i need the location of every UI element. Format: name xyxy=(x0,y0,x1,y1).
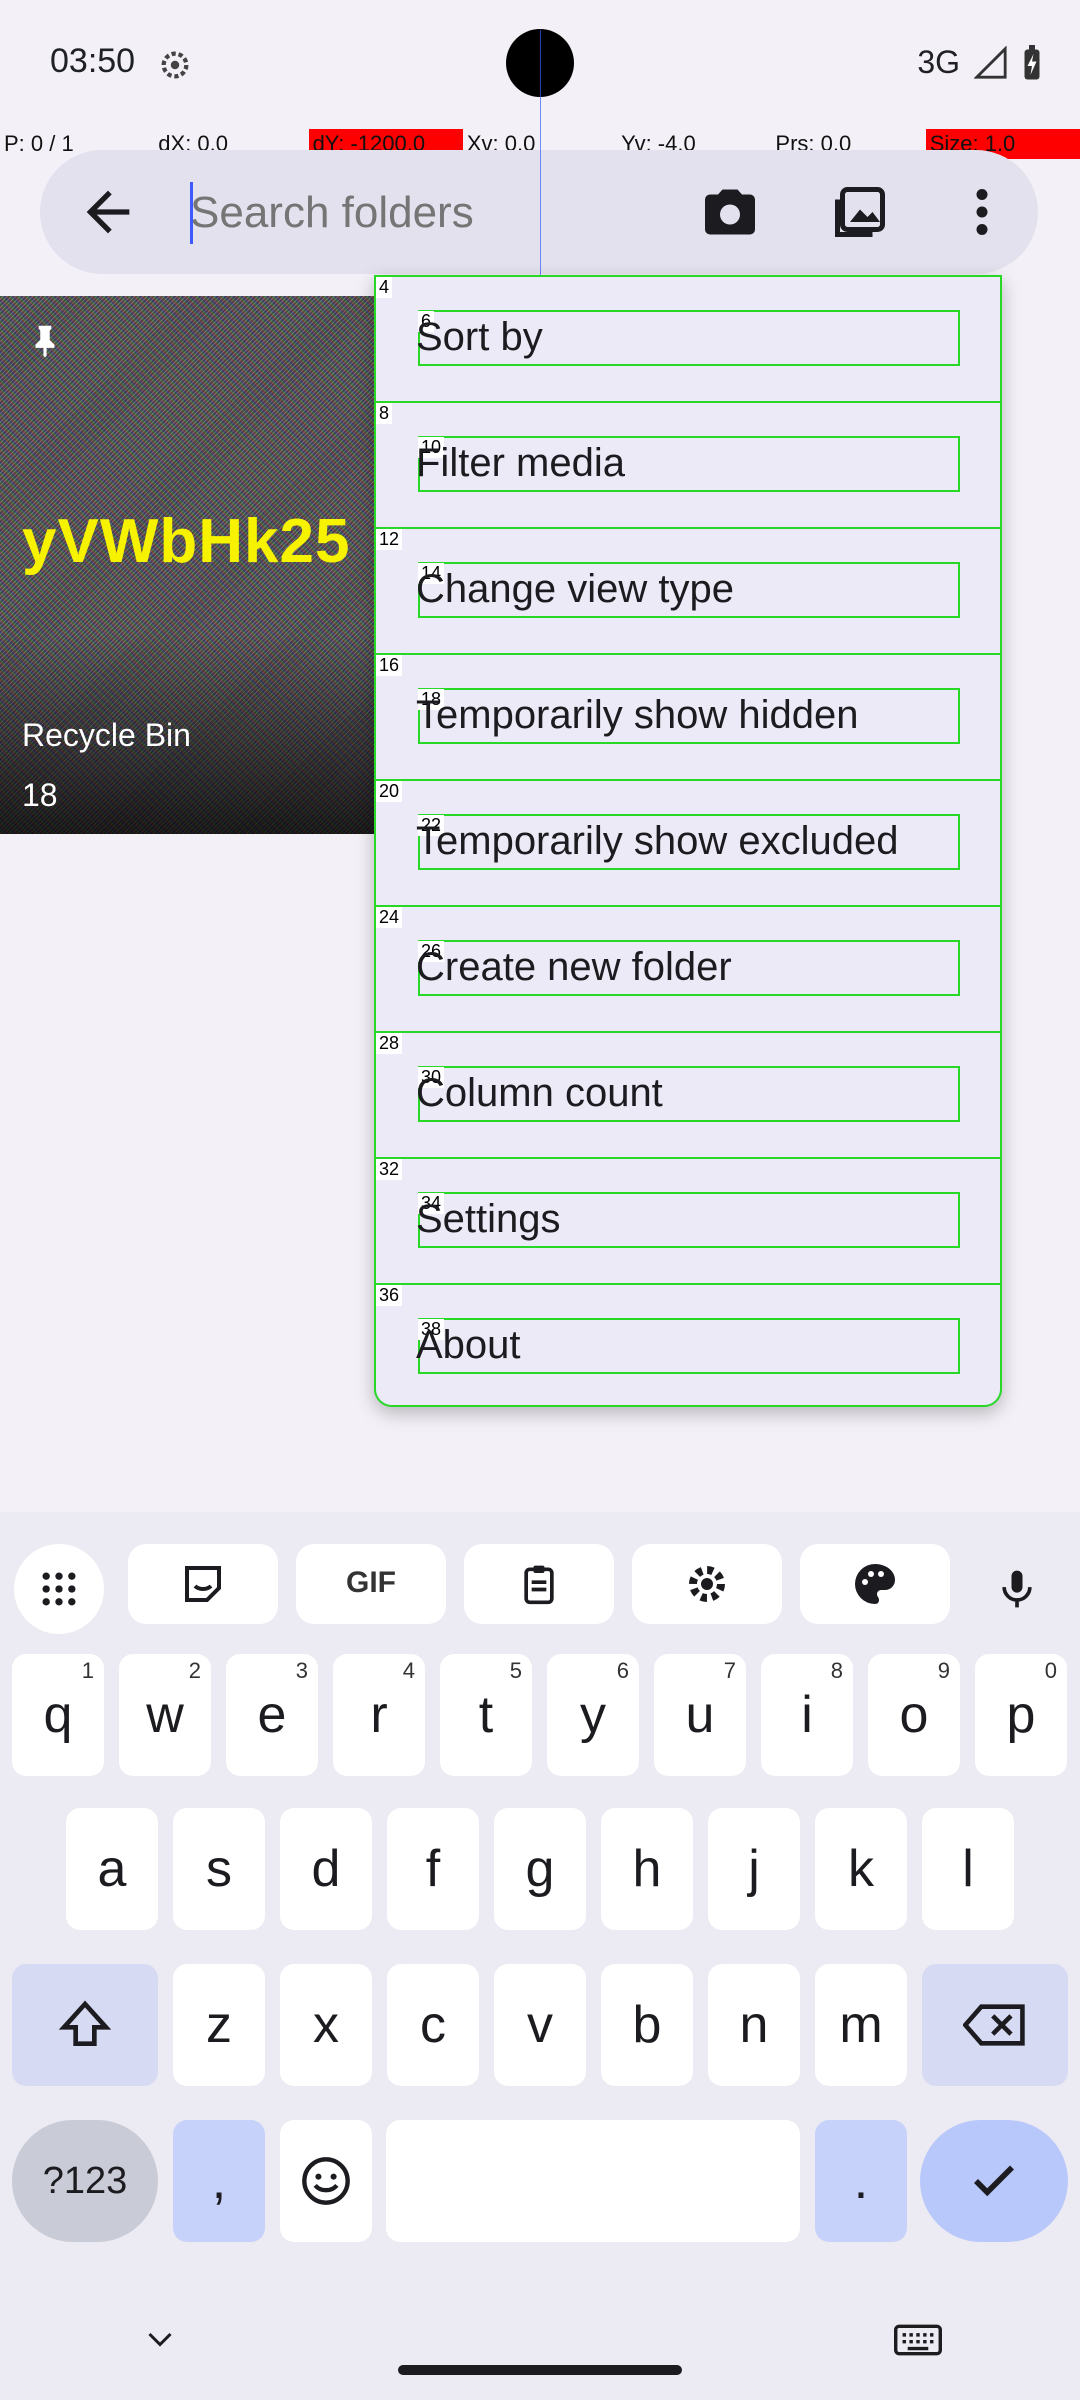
emoji-key[interactable] xyxy=(280,2120,372,2242)
signal-icon xyxy=(974,45,1007,79)
navigation-bar xyxy=(0,2296,1080,2400)
key-g[interactable]: g xyxy=(494,1808,586,1930)
key-n[interactable]: n xyxy=(708,1964,800,2086)
gallery-icon[interactable] xyxy=(830,182,890,242)
key-v[interactable]: v xyxy=(494,1964,586,2086)
network-type: 3G xyxy=(917,44,960,80)
key-d[interactable]: d xyxy=(280,1808,372,1930)
key-e[interactable]: e3 xyxy=(226,1654,318,1776)
key-j[interactable]: j xyxy=(708,1808,800,1930)
folder-name: Recycle Bin xyxy=(22,717,191,753)
key-w[interactable]: w2 xyxy=(119,1654,211,1776)
backspace-key[interactable] xyxy=(922,1964,1068,2086)
menu-item-label: Temporarily show excluded xyxy=(416,819,899,863)
menu-item-settings[interactable]: 32 34 Settings xyxy=(376,1159,1000,1285)
shift-key[interactable] xyxy=(12,1964,158,2086)
gif-label: GIF xyxy=(346,1566,396,1599)
menu-item-about[interactable]: 36 38 About xyxy=(376,1285,1000,1411)
keyboard-toolbar: GIF xyxy=(0,1530,1080,1640)
gif-button[interactable]: GIF xyxy=(296,1544,446,1624)
key-f[interactable]: f xyxy=(387,1808,479,1930)
clipboard-icon[interactable] xyxy=(464,1544,614,1624)
overlay-index: 28 xyxy=(376,1033,403,1054)
folder-tile-recycle-bin[interactable]: yVWbHk25 Recycle Bin 18 xyxy=(0,296,374,834)
symbols-key[interactable]: ?123 xyxy=(12,2120,158,2242)
key-o[interactable]: o9 xyxy=(868,1654,960,1776)
camera-icon[interactable] xyxy=(700,182,760,242)
key-r[interactable]: r4 xyxy=(333,1654,425,1776)
key-t[interactable]: t5 xyxy=(440,1654,532,1776)
key-k[interactable]: k xyxy=(815,1808,907,1930)
menu-item-show-hidden[interactable]: 16 18 Temporarily show hidden xyxy=(376,655,1000,781)
overlay-index: 20 xyxy=(376,781,403,802)
overlay-index: 8 xyxy=(376,403,393,424)
key-a[interactable]: a xyxy=(66,1808,158,1930)
overlay-index: 16 xyxy=(376,655,403,676)
menu-item-label: Create new folder xyxy=(416,945,732,989)
emoji-icon xyxy=(302,2157,350,2205)
settings-status-icon xyxy=(161,51,189,79)
backspace-icon xyxy=(963,2004,1025,2046)
key-y[interactable]: y6 xyxy=(547,1654,639,1776)
key-m[interactable]: m xyxy=(815,1964,907,2086)
battery-icon xyxy=(1024,44,1040,79)
menu-item-filter-media[interactable]: 8 10 Filter media xyxy=(376,403,1000,529)
key-l[interactable]: l xyxy=(922,1808,1014,1930)
home-handle[interactable] xyxy=(398,2365,682,2375)
more-options-icon[interactable] xyxy=(952,182,1012,242)
key-q[interactable]: q1 xyxy=(12,1654,104,1776)
settings-gear-icon[interactable] xyxy=(632,1544,782,1624)
menu-item-label: Column count xyxy=(416,1071,663,1115)
shift-icon xyxy=(58,2000,112,2046)
sticker-icon[interactable] xyxy=(128,1544,278,1624)
thumbnail-text: yVWbHk25 xyxy=(22,507,351,576)
menu-item-label: Sort by xyxy=(416,315,543,359)
menu-item-sort-by[interactable]: 4 6 Sort by xyxy=(376,277,1000,403)
key-h[interactable]: h xyxy=(601,1808,693,1930)
menu-item-label: Settings xyxy=(416,1197,561,1241)
menu-item-label: Filter media xyxy=(416,441,625,485)
options-menu: 4 6 Sort by 8 10 Filter media 12 14 Chan… xyxy=(374,275,1002,1407)
menu-item-label: Temporarily show hidden xyxy=(416,693,859,737)
menu-item-label: About xyxy=(416,1323,521,1367)
checkmark-icon xyxy=(974,2165,1014,2197)
key-u[interactable]: u7 xyxy=(654,1654,746,1776)
soft-keyboard: GIF q1 w 2 e 3 r 4 t 5 y 6 u 7 i 8 o 9 p… xyxy=(0,1512,1080,2400)
overlay-index: 12 xyxy=(376,529,403,550)
search-input[interactable] xyxy=(188,178,712,248)
menu-item-change-view-type[interactable]: 12 14 Change view type xyxy=(376,529,1000,655)
overlay-index: 36 xyxy=(376,1285,403,1306)
text-caret xyxy=(190,182,193,244)
keyboard-switch-icon[interactable] xyxy=(894,2322,942,2358)
overlay-index: 32 xyxy=(376,1159,403,1180)
chevron-down-icon[interactable] xyxy=(140,2322,180,2358)
key-x[interactable]: x xyxy=(280,1964,372,2086)
search-bar xyxy=(40,150,1038,274)
overlay-index: 4 xyxy=(376,277,393,298)
status-time: 03:50 xyxy=(50,42,136,80)
menu-item-create-new-folder[interactable]: 24 26 Create new folder xyxy=(376,907,1000,1033)
key-c[interactable]: c xyxy=(387,1964,479,2086)
key-i[interactable]: i8 xyxy=(761,1654,853,1776)
microphone-icon[interactable] xyxy=(972,1544,1062,1634)
palette-icon[interactable] xyxy=(800,1544,950,1624)
back-arrow-icon[interactable] xyxy=(76,180,140,244)
comma-key[interactable]: , xyxy=(173,2120,265,2242)
key-z[interactable]: z xyxy=(173,1964,265,2086)
apps-grid-icon[interactable] xyxy=(14,1544,104,1634)
key-s[interactable]: s xyxy=(173,1808,265,1930)
key-p[interactable]: p0 xyxy=(975,1654,1067,1776)
menu-item-label: Change view type xyxy=(416,567,734,611)
folder-count: 18 xyxy=(22,777,58,813)
overlay-index: 24 xyxy=(376,907,403,928)
space-bar[interactable] xyxy=(386,2120,800,2242)
menu-item-column-count[interactable]: 28 30 Column count xyxy=(376,1033,1000,1159)
enter-key[interactable] xyxy=(920,2120,1068,2242)
pin-icon xyxy=(35,325,55,358)
key-b[interactable]: b xyxy=(601,1964,693,2086)
menu-item-show-excluded[interactable]: 20 22 Temporarily show excluded xyxy=(376,781,1000,907)
period-key[interactable]: . xyxy=(815,2120,907,2242)
